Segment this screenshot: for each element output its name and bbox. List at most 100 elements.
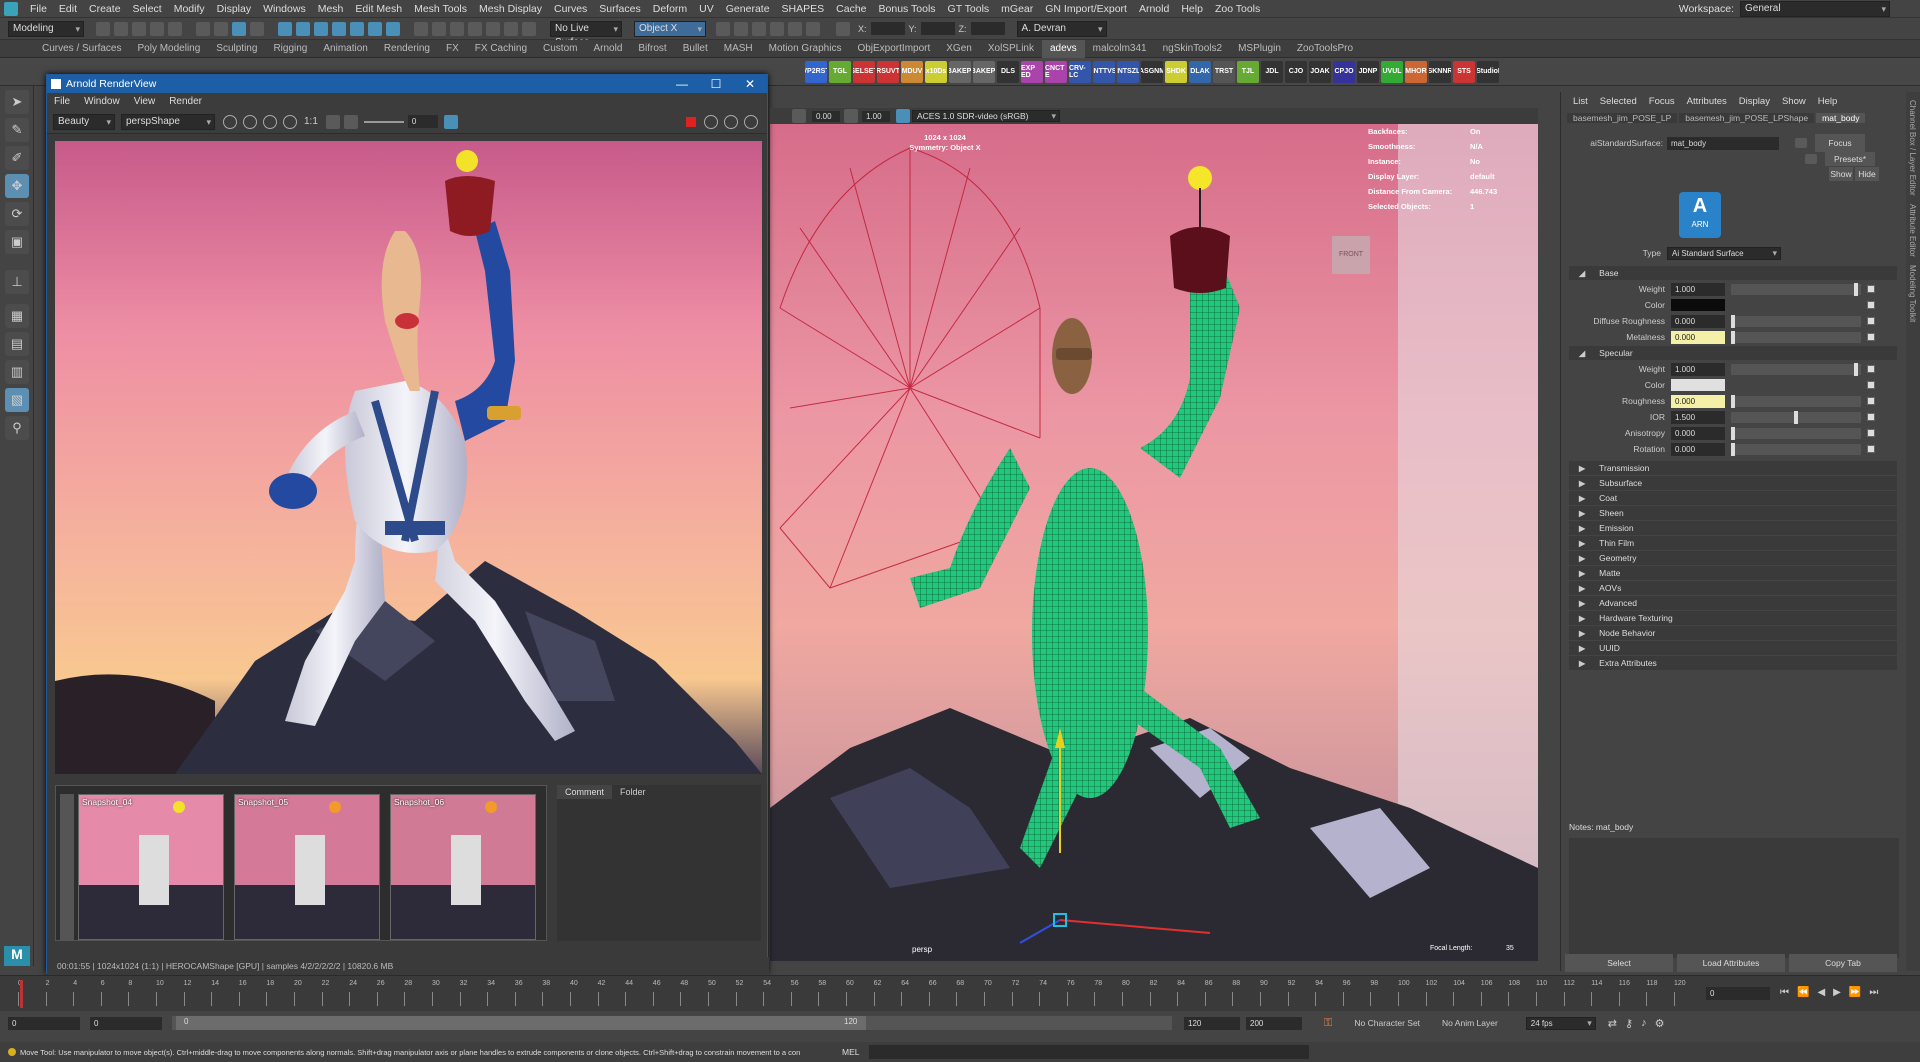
shelf-tab-motion-graphics[interactable]: Motion Graphics [761, 40, 850, 58]
shelf-button-mhor[interactable]: MHOR [1405, 60, 1427, 83]
shelf-button-tjl[interactable]: TJL [1237, 60, 1259, 83]
exposure-field[interactable]: 0.00 [812, 110, 840, 122]
rv-menu-file[interactable]: File [47, 96, 77, 107]
key-icon[interactable]: ⚷ [1625, 1017, 1633, 1030]
menu-file[interactable]: File [24, 0, 53, 18]
character-set-dropdown[interactable]: No Character Set [1354, 1018, 1420, 1028]
scale-tool-icon[interactable]: ▣ [5, 230, 29, 254]
attr-value-field[interactable]: 0.000 [1671, 426, 1725, 440]
shelf-button-selset[interactable]: SELSET [853, 60, 875, 83]
map-button-icon[interactable] [1867, 285, 1875, 293]
render-image[interactable] [55, 141, 762, 774]
attr-menu-selected[interactable]: Selected [1594, 96, 1643, 107]
ipr-render-icon[interactable] [734, 21, 748, 36]
debug-shading-icon[interactable] [263, 114, 277, 129]
load-attributes-button[interactable]: Load Attributes [1677, 954, 1785, 972]
attr-menu-show[interactable]: Show [1776, 96, 1812, 107]
shelf-tab-arnold[interactable]: Arnold [585, 40, 630, 58]
shelf-button-mduv[interactable]: MDUV [901, 60, 923, 83]
camera-dropdown[interactable]: perspShape [121, 113, 215, 130]
shelf-button-cnct-e[interactable]: CNCT E [1045, 60, 1067, 83]
attr-value-field[interactable]: 0.000 [1671, 394, 1725, 408]
section-uuid[interactable]: ▶ UUID [1569, 641, 1897, 655]
map-button-icon[interactable] [1867, 333, 1875, 341]
presets-button[interactable]: Presets* [1825, 152, 1875, 166]
select-button[interactable]: Select [1565, 954, 1673, 972]
shelf-tab-objexportimport[interactable]: ObjExportImport [849, 40, 938, 58]
fps-dropdown[interactable]: 24 fps [1525, 1016, 1596, 1030]
open-scene-icon[interactable] [114, 21, 128, 36]
layout-side-icon[interactable]: ▥ [5, 360, 29, 384]
snap-plane-icon[interactable] [468, 21, 482, 36]
section-extra-attributes[interactable]: ▶ Extra Attributes [1569, 656, 1897, 670]
current-time-marker[interactable] [20, 980, 23, 1008]
shelf-button-studioi[interactable]: StudioI [1477, 60, 1499, 83]
user-account-dropdown[interactable]: A. Devran [1016, 20, 1107, 37]
menuset-dropdown[interactable]: Modeling [8, 20, 84, 37]
attr-tab-basemesh-jim-pose-lp[interactable]: basemesh_jim_POSE_LP [1567, 113, 1678, 123]
section-transmission[interactable]: ▶ Transmission [1569, 461, 1897, 475]
playback-end-field[interactable]: 120 [1184, 1016, 1240, 1030]
section-advanced[interactable]: ▶ Advanced [1569, 596, 1897, 610]
attr-value-field[interactable]: 1.500 [1671, 410, 1725, 424]
menu-zoo-tools[interactable]: Zoo Tools [1209, 0, 1266, 18]
select-dynamics-icon[interactable] [368, 21, 382, 36]
fit-icon[interactable] [325, 114, 340, 129]
render-current-icon[interactable] [716, 21, 730, 36]
exposure-slider-icon[interactable] [343, 114, 358, 129]
mel-input[interactable] [869, 1045, 1310, 1059]
map-button-icon[interactable] [1867, 397, 1875, 405]
shelf-button-bakepi[interactable]: BAKEPI [949, 60, 971, 83]
settings-icon[interactable] [283, 114, 297, 129]
attr-menu-help[interactable]: Help [1812, 96, 1844, 107]
select-by-type-icon[interactable] [278, 21, 292, 36]
load-output-icon[interactable] [1795, 138, 1807, 148]
section-matte[interactable]: ▶ Matte [1569, 566, 1897, 580]
shelf-tab-xgen[interactable]: XGen [938, 40, 980, 58]
menu-mesh-display[interactable]: Mesh Display [473, 0, 548, 18]
auto-key-icon[interactable]: ⚿ [1324, 1017, 1332, 1030]
menu-generate[interactable]: Generate [720, 0, 776, 18]
viewcube[interactable]: FRONT [1332, 236, 1370, 274]
layout-persp-icon[interactable]: ▧ [5, 388, 29, 412]
shelf-tab-bullet[interactable]: Bullet [675, 40, 716, 58]
transform-mode-icon[interactable] [836, 21, 850, 36]
paint-select-icon[interactable]: ✐ [5, 146, 29, 170]
notes-field[interactable] [1569, 838, 1899, 958]
step-back-icon[interactable]: ◀ [1817, 987, 1825, 998]
crop-icon[interactable] [243, 114, 257, 129]
range-slider[interactable]: 0 120 [172, 1016, 1172, 1030]
symmetry-dropdown[interactable]: Object X [634, 20, 706, 37]
attr-menu-attributes[interactable]: Attributes [1681, 96, 1733, 107]
shelf-tab-bifrost[interactable]: Bifrost [630, 40, 674, 58]
section-node-behavior[interactable]: ▶ Node Behavior [1569, 626, 1897, 640]
attr-slider[interactable] [1731, 330, 1861, 344]
live-surface-field[interactable]: No Live Surface [550, 20, 622, 48]
minimize-icon[interactable]: — [665, 77, 699, 91]
rv-menu-render[interactable]: Render [162, 96, 209, 107]
copy-tab-button[interactable]: Copy Tab [1789, 954, 1897, 972]
map-button-icon[interactable] [1867, 413, 1875, 421]
show-button[interactable]: Show [1829, 167, 1853, 181]
menu-create[interactable]: Create [83, 0, 127, 18]
hide-button[interactable]: Hide [1855, 167, 1879, 181]
shelf-tab-xolsplink[interactable]: XolSPLink [980, 40, 1042, 58]
rv-menu-view[interactable]: View [127, 96, 163, 107]
lasso-tool-icon[interactable]: ✎ [5, 118, 29, 142]
undo-icon[interactable] [150, 21, 164, 36]
type-dropdown[interactable]: Ai Standard Surface [1667, 246, 1781, 260]
select-rendering-icon[interactable] [386, 21, 400, 36]
attr-value-field[interactable]: 0.000 [1671, 442, 1725, 456]
pause-ipr-icon[interactable] [806, 21, 820, 36]
shelf-tab-rendering[interactable]: Rendering [376, 40, 438, 58]
select-hierarchy-icon[interactable] [196, 21, 210, 36]
attr-slider[interactable] [1731, 426, 1861, 440]
menu-shapes[interactable]: SHAPES [776, 0, 831, 18]
menu-surfaces[interactable]: Surfaces [593, 0, 646, 18]
focus-button[interactable]: Focus [1815, 134, 1865, 152]
menu-display[interactable]: Display [211, 0, 257, 18]
map-button-icon[interactable] [1867, 381, 1875, 389]
snap-point-icon[interactable] [450, 21, 464, 36]
menu-deform[interactable]: Deform [647, 0, 693, 18]
menu-edit[interactable]: Edit [53, 0, 83, 18]
